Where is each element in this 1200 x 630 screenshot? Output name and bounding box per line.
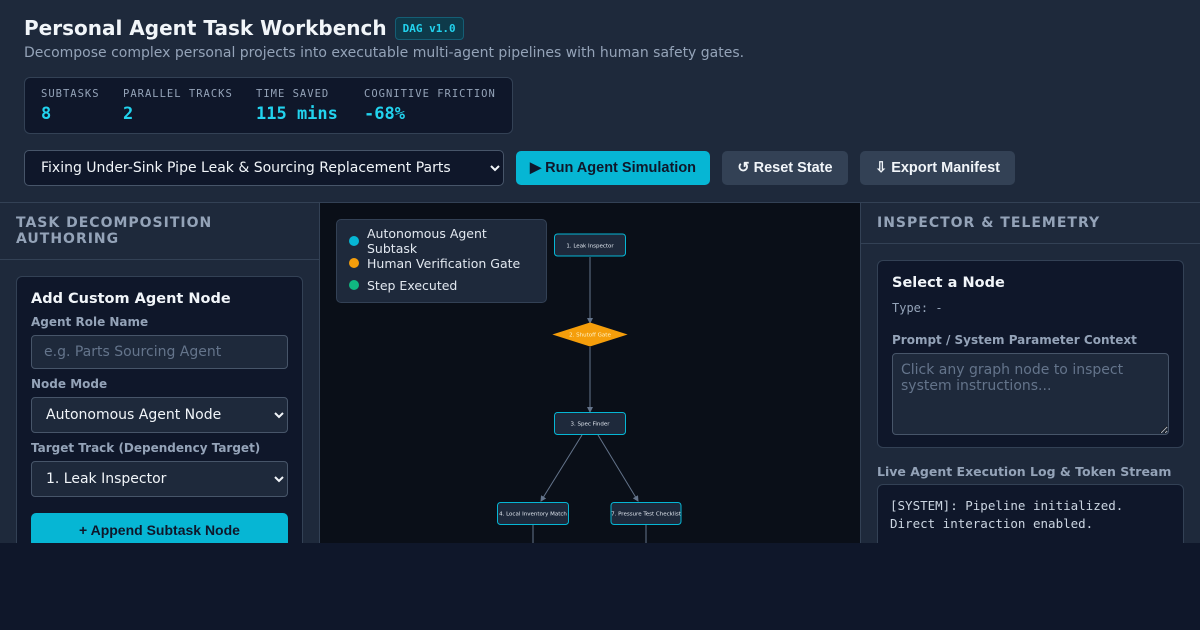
node-label: 3. Spec Finder [570,422,610,428]
agent-dot-icon [349,236,359,246]
stat-value: 2 [123,104,134,124]
target-track-label: Target Track (Dependency Target) [31,441,261,455]
project-select[interactable]: Fixing Under-Sink Pipe Leak & Sourcing R… [24,150,504,186]
inspector-panel-header: INSPECTOR & TELEMETRY [861,203,1200,244]
stat-cognitive-friction: COGNITIVE FRICTION -68% [364,88,496,124]
role-name-input[interactable] [31,335,288,369]
stat-label: TIME SAVED [256,88,330,100]
export-manifest-button[interactable]: ⇩ Export Manifest [860,151,1015,185]
reset-state-button[interactable]: ↺ Reset State [722,151,848,185]
legend-item-agent: Autonomous Agent Subtask [349,226,534,256]
stat-value: 115 mins [256,104,338,124]
run-simulation-button[interactable]: ▶ Run Agent Simulation [516,151,710,185]
edge-3-7 [597,434,639,502]
role-name-label: Agent Role Name [31,315,149,329]
stats-panel: SUBTASKS 8 PARALLEL TRACKS 2 TIME SAVED … [24,77,513,134]
graph-legend: Autonomous Agent Subtask Human Verificat… [336,219,547,303]
node-mode-label: Node Mode [31,377,108,391]
node-type-text: Type: - [892,301,943,315]
stat-parallel-tracks: PARALLEL TRACKS 2 [123,88,233,124]
executed-dot-icon [349,280,359,290]
log-line: [SYSTEM]: Pipeline initialized. [890,498,1124,513]
node-label: 4. Local Inventory Match [499,512,567,518]
authoring-panel: TASK DECOMPOSITION AUTHORING Add Custom … [0,203,320,543]
node-inspector-card: Select a Node Type: - Prompt / System Pa… [877,260,1184,448]
app-header: Personal Agent Task Workbench DAG v1.0 D… [0,0,1200,203]
stat-subtasks: SUBTASKS 8 [41,88,100,124]
log-line: Direct interaction enabled. [890,516,1094,531]
execution-log[interactable]: [SYSTEM]: Pipeline initialized. Direct i… [877,484,1184,543]
node-mode-select[interactable]: Autonomous Agent Node [31,397,288,433]
title-row: Personal Agent Task Workbench DAG v1.0 [24,16,464,40]
execution-log-label: Live Agent Execution Log & Token Stream [877,464,1172,479]
graph-canvas[interactable]: 1. Leak Inspector 2. Shutoff Gate 3. Spe… [320,203,860,543]
graph-node-shutoff-gate[interactable]: 2. Shutoff Gate [552,322,628,347]
gate-dot-icon [349,258,359,268]
inspector-title: Select a Node [892,275,1005,291]
graph-node-pressure-test-checklist[interactable]: 7. Pressure Test Checklist [610,502,682,525]
stat-value: 8 [41,104,52,124]
add-node-title: Add Custom Agent Node [31,291,231,307]
page-title: Personal Agent Task Workbench [24,16,387,40]
inspector-panel: INSPECTOR & TELEMETRY Select a Node Type… [860,203,1200,543]
node-label: 2. Shutoff Gate [569,333,611,339]
legend-label: Autonomous Agent Subtask [367,226,487,256]
stat-label: PARALLEL TRACKS [123,88,233,100]
legend-item-executed: Step Executed [349,274,534,296]
stat-value: -68% [364,104,405,124]
legend-label: Human Verification Gate [367,255,521,271]
graph-node-spec-finder[interactable]: 3. Spec Finder [554,412,626,435]
legend-item-gate: Human Verification Gate [349,252,534,274]
prompt-context-label: Prompt / System Parameter Context [892,333,1137,347]
graph-node-local-inventory-match[interactable]: 4. Local Inventory Match [497,502,569,525]
graph-node-leak-inspector[interactable]: 1. Leak Inspector [554,233,626,257]
target-track-select[interactable]: 1. Leak Inspector [31,461,288,497]
version-badge: DAG v1.0 [394,16,464,40]
node-label: 1. Leak Inspector [566,244,614,250]
append-subtask-button[interactable]: + Append Subtask Node [31,513,288,543]
stat-time-saved: TIME SAVED 115 mins [256,88,338,124]
authoring-panel-header: TASK DECOMPOSITION AUTHORING [0,203,319,260]
edge-3-4 [540,434,583,502]
stat-label: COGNITIVE FRICTION [364,88,496,100]
legend-label: Step Executed [367,277,458,293]
prompt-context-textarea[interactable] [892,353,1169,435]
node-label: 7. Pressure Test Checklist [611,512,682,518]
page-subtitle: Decompose complex personal projects into… [24,45,745,61]
stat-label: SUBTASKS [41,88,100,100]
add-node-card: Add Custom Agent Node Agent Role Name No… [16,276,303,543]
